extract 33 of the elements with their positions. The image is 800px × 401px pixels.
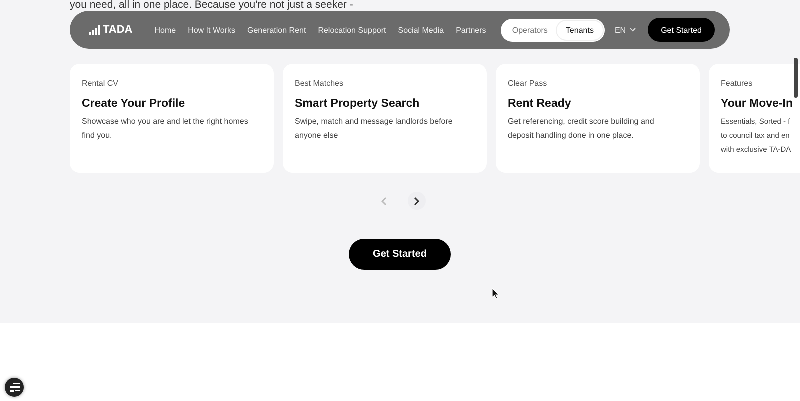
card-description: Swipe, match and message landlords before anyone else (295, 116, 454, 142)
card-title: Smart Property Search (295, 98, 421, 110)
list-icon (10, 383, 20, 392)
get-started-button[interactable]: Get Started (349, 239, 451, 270)
nav-link[interactable]: Generation Rent (248, 26, 306, 34)
get-started-button[interactable]: Get Started (648, 18, 715, 42)
next-button[interactable] (408, 192, 426, 210)
mouse-cursor-icon (492, 288, 499, 299)
nav-link[interactable]: Partners (456, 26, 486, 34)
card-title: Create Your Profile (82, 98, 186, 110)
floating-menu-button[interactable] (5, 378, 24, 397)
card-description: Get referencing, credit score building and deposit handling done in one place. (508, 116, 656, 142)
nav-link[interactable]: Home (154, 26, 176, 34)
audience-tab[interactable]: Operators (503, 20, 557, 40)
chevron-down-icon (630, 28, 636, 32)
card-eyebrow: Features (721, 79, 754, 88)
card-eyebrow: Best Matches (295, 79, 344, 88)
chevron-left-icon (380, 196, 386, 206)
card-eyebrow: Rental CV (82, 79, 120, 88)
audience-tab[interactable]: Tenants (556, 20, 603, 40)
language-selector[interactable]: EN (614, 26, 636, 34)
card-title: Rent Ready (508, 98, 572, 110)
background-text: you need, all in one place. Because you're not just a seeker - (70, 0, 354, 11)
nav-link[interactable]: How It Works (188, 26, 236, 34)
chevron-right-icon (414, 196, 420, 206)
scrollbar-thumb[interactable] (794, 58, 798, 98)
nav-link[interactable]: Social Media (398, 26, 444, 34)
logo-text[interactable]: TADA (103, 24, 133, 36)
card-title: Your Move-In (721, 98, 794, 110)
card-eyebrow: Clear Pass (508, 79, 548, 88)
nav-link[interactable]: Relocation Support (318, 26, 386, 34)
card-description: Showcase who you are and let the right homes find you. (82, 116, 250, 142)
logo-icon (89, 25, 100, 35)
